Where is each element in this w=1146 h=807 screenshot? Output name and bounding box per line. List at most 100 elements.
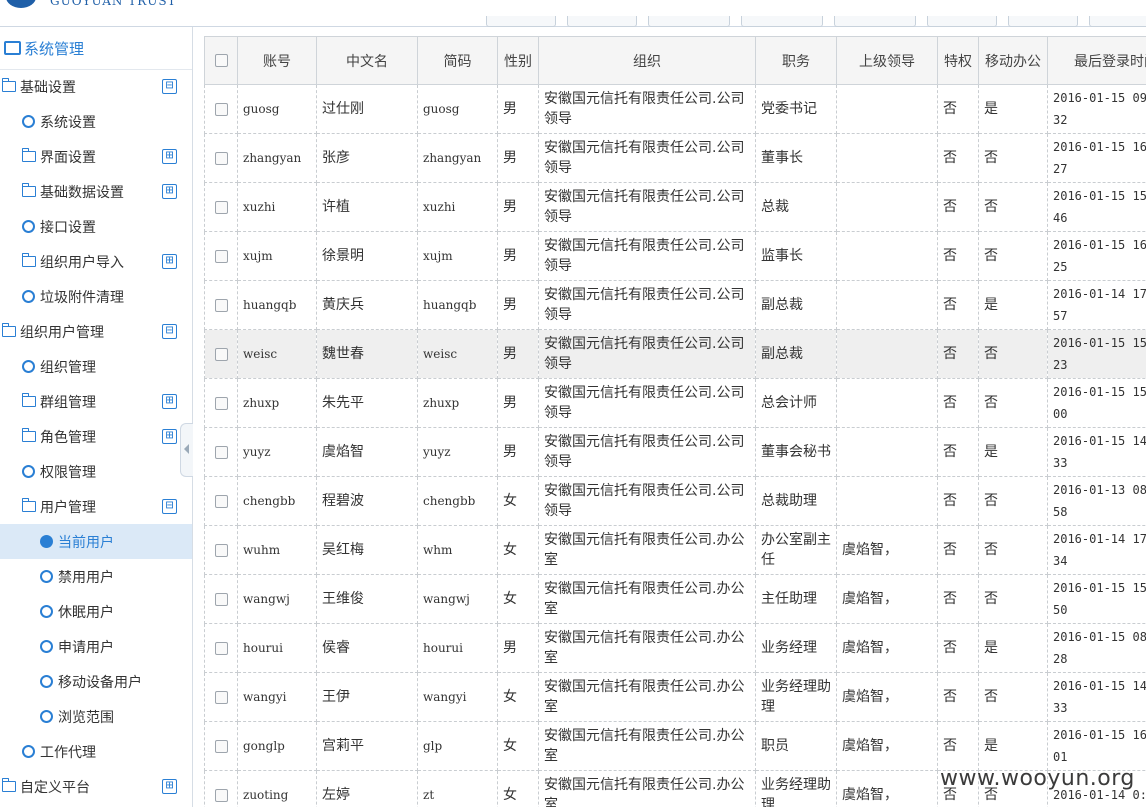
sidebar-item[interactable]: 组织用户管理 ⊟ xyxy=(0,314,192,349)
toolbar-button-3[interactable] xyxy=(648,16,730,27)
col-header-short-code[interactable]: 简码 xyxy=(417,36,498,85)
row-checkbox[interactable] xyxy=(214,102,228,116)
row-checkbox-cell[interactable] xyxy=(204,329,238,379)
select-all-checkbox[interactable] xyxy=(214,54,228,67)
row-checkbox[interactable] xyxy=(214,592,228,606)
col-header-supervisor[interactable]: 上级领导 xyxy=(836,36,938,85)
row-checkbox-cell[interactable] xyxy=(204,280,238,330)
expand-icon[interactable]: ⊞ xyxy=(162,394,177,409)
cell-gender: 女 xyxy=(497,770,539,807)
row-checkbox[interactable] xyxy=(214,788,228,802)
table-row[interactable]: xuzhi 许植 xuzhi 男安徽国元信托有限责任公司.公司领导 总裁否否 2016-0… xyxy=(204,182,1146,232)
col-header-privilege[interactable]: 特权 xyxy=(937,36,979,85)
cell-privilege: 否 xyxy=(937,133,979,183)
sidebar-item[interactable]: 基础数据设置 ⊞ xyxy=(0,174,192,209)
row-checkbox[interactable] xyxy=(214,739,228,753)
cell-chinese-name: 左婷 xyxy=(316,770,418,807)
table-row[interactable]: zhangyan 张彦 zhangyan 男安徽国元信托有限责任公司.公司领导 董事长否… xyxy=(204,133,1146,183)
row-checkbox[interactable] xyxy=(214,690,228,704)
row-checkbox-cell[interactable] xyxy=(204,525,238,575)
sidebar-item[interactable]: 界面设置 ⊞ xyxy=(0,139,192,174)
row-checkbox-cell[interactable] xyxy=(204,721,238,771)
sidebar-item[interactable]: 群组管理 ⊞ xyxy=(0,384,192,419)
row-checkbox[interactable] xyxy=(214,200,228,214)
table-row[interactable]: hourui 侯睿 hourui 男安徽国元信托有限责任公司.办公室 业务经理 虞焰智，否… xyxy=(204,623,1146,673)
table-row[interactable]: huangqb 黄庆兵 huangqb 男安徽国元信托有限责任公司.公司领导 副总裁否是… xyxy=(204,280,1146,330)
expand-icon[interactable]: ⊞ xyxy=(162,149,177,164)
row-checkbox[interactable] xyxy=(214,445,228,459)
row-checkbox[interactable] xyxy=(214,249,228,263)
row-checkbox-cell[interactable] xyxy=(204,133,238,183)
sidebar-item[interactable]: 移动设备用户 xyxy=(0,664,192,699)
sidebar-item[interactable]: 浏览范围 xyxy=(0,699,192,734)
sidebar-item[interactable]: 工作代理 xyxy=(0,734,192,769)
table-row[interactable]: xujm 徐景明 xujm 男安徽国元信托有限责任公司.公司领导 监事长否否 2016-0… xyxy=(204,231,1146,281)
row-checkbox-cell[interactable] xyxy=(204,574,238,624)
row-checkbox[interactable] xyxy=(214,298,228,312)
row-checkbox[interactable] xyxy=(214,347,228,361)
sidebar-item[interactable]: 禁用用户 xyxy=(0,559,192,594)
row-checkbox-cell[interactable] xyxy=(204,623,238,673)
row-checkbox[interactable] xyxy=(214,396,228,410)
col-header-account[interactable]: 账号 xyxy=(237,36,317,85)
sidebar-item[interactable]: 自定义平台 ⊞ xyxy=(0,769,192,804)
expand-icon[interactable]: ⊞ xyxy=(162,254,177,269)
table-row[interactable]: chengbb 程碧波 chengbb 女安徽国元信托有限责任公司.公司领导 总裁助理否… xyxy=(204,476,1146,526)
toolbar-button-4[interactable] xyxy=(741,16,823,27)
sidebar-item[interactable]: 组织用户导入 ⊞ xyxy=(0,244,192,279)
toolbar-button-6[interactable] xyxy=(927,16,997,27)
sidebar-item-label: 基础设置 xyxy=(20,80,76,96)
row-checkbox-cell[interactable] xyxy=(204,476,238,526)
col-header-organization[interactable]: 组织 xyxy=(538,36,756,85)
row-checkbox-cell[interactable] xyxy=(204,378,238,428)
sidebar-item[interactable]: 申请用户 xyxy=(0,629,192,664)
sidebar-item[interactable]: 基础设置 ⊟ xyxy=(0,69,192,104)
sidebar-item[interactable]: 组织管理 xyxy=(0,349,192,384)
table-row[interactable]: zhuxp 朱先平 zhuxp 男安徽国元信托有限责任公司.公司领导 总会计师否否 201… xyxy=(204,378,1146,428)
toolbar-button-5[interactable] xyxy=(834,16,916,27)
table-row[interactable]: gonglp 宫莉平 glp 女安徽国元信托有限责任公司.办公室 职员 虞焰智，否是 201… xyxy=(204,721,1146,771)
col-header-mobile-office[interactable]: 移动办公 xyxy=(978,36,1048,85)
row-checkbox-cell[interactable] xyxy=(204,770,238,807)
col-header-last-login[interactable]: 最后登录时间 xyxy=(1047,36,1146,85)
row-checkbox-cell[interactable] xyxy=(204,84,238,134)
sidebar-item[interactable]: 用户管理 ⊟ xyxy=(0,489,192,524)
sidebar-item[interactable]: 垃圾附件清理 xyxy=(0,279,192,314)
table-row[interactable]: weisc 魏世春 weisc 男安徽国元信托有限责任公司.公司领导 副总裁否否 2016… xyxy=(204,329,1146,379)
toolbar-button-1[interactable] xyxy=(486,16,556,27)
toolbar-button-2[interactable] xyxy=(567,16,637,27)
collapse-icon[interactable]: ⊟ xyxy=(162,499,177,514)
table-row[interactable]: guosg 过仕刚 guosg 男安徽国元信托有限责任公司.公司领导 党委书记否是 201… xyxy=(204,84,1146,134)
sidebar-item[interactable]: 角色管理 ⊞ xyxy=(0,419,192,454)
sidebar-item[interactable]: 系统设置 xyxy=(0,104,192,139)
sidebar-item[interactable]: 休眠用户 xyxy=(0,594,192,629)
toolbar-button-8[interactable] xyxy=(1089,16,1146,27)
row-checkbox[interactable] xyxy=(214,151,228,165)
row-checkbox[interactable] xyxy=(214,641,228,655)
toolbar-button-7[interactable] xyxy=(1008,16,1078,27)
sidebar-item[interactable]: 当前用户 xyxy=(0,524,192,559)
col-header-chinese-name[interactable]: 中文名 xyxy=(316,36,418,85)
table-row[interactable]: wangyi 王伊 wangyi 女安徽国元信托有限责任公司.办公室 业务经理助理 虞焰智… xyxy=(204,672,1146,722)
col-header-position[interactable]: 职务 xyxy=(755,36,837,85)
expand-icon[interactable]: ⊞ xyxy=(162,429,177,444)
row-checkbox-cell[interactable] xyxy=(204,672,238,722)
row-checkbox[interactable] xyxy=(214,543,228,557)
collapse-icon[interactable]: ⊟ xyxy=(162,324,177,339)
table-row[interactable]: yuyz 虞焰智 yuyz 男安徽国元信托有限责任公司.公司领导 董事会秘书否是 2016… xyxy=(204,427,1146,477)
col-header-gender[interactable]: 性别 xyxy=(497,36,539,85)
table-row[interactable]: wuhm 吴红梅 whm 女安徽国元信托有限责任公司.办公室 办公室副主任 虞焰智，否否 2… xyxy=(204,525,1146,575)
expand-icon[interactable]: ⊞ xyxy=(162,184,177,199)
sidebar-item[interactable]: 权限管理 xyxy=(0,454,192,489)
collapse-icon[interactable]: ⊟ xyxy=(162,79,177,94)
row-checkbox-cell[interactable] xyxy=(204,182,238,232)
row-checkbox-cell[interactable] xyxy=(204,427,238,477)
expand-icon[interactable]: ⊞ xyxy=(162,779,177,794)
select-all-checkbox-cell[interactable] xyxy=(204,36,238,85)
sidebar-header[interactable]: 系统管理 xyxy=(0,27,192,70)
sidebar-item[interactable]: 接口设置 xyxy=(0,209,192,244)
table-row[interactable]: wangwj 王维俊 wangwj 女安徽国元信托有限责任公司.办公室 主任助理 虞焰智，… xyxy=(204,574,1146,624)
row-checkbox[interactable] xyxy=(214,494,228,508)
collapse-sidebar-handle[interactable] xyxy=(180,423,193,477)
row-checkbox-cell[interactable] xyxy=(204,231,238,281)
